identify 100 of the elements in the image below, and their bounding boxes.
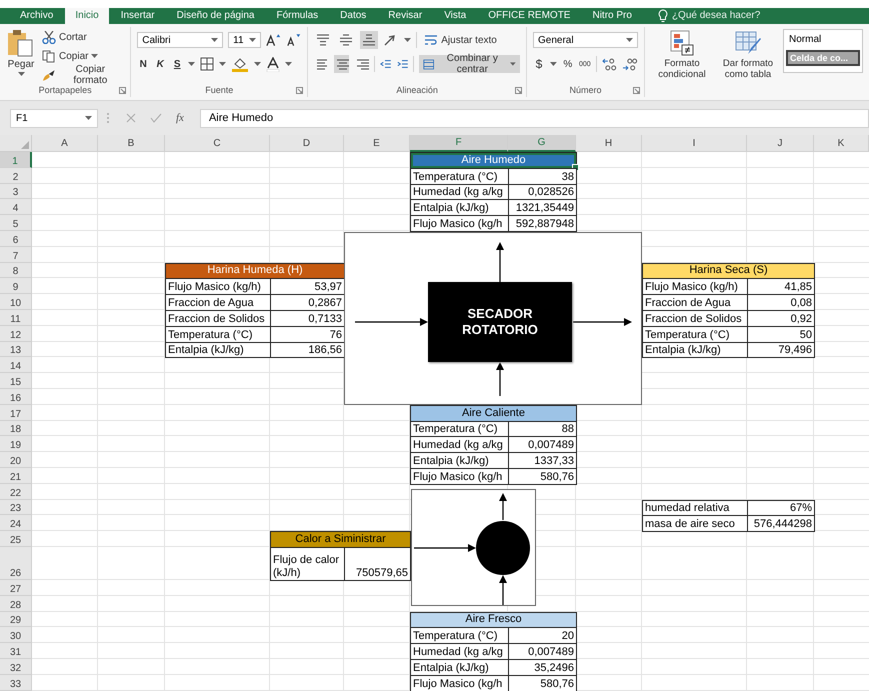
checkmark-icon[interactable] <box>150 113 162 123</box>
row-header[interactable]: 3 <box>0 184 32 200</box>
ribbon-tab[interactable]: Vista <box>434 8 476 24</box>
column-header[interactable]: J <box>747 135 814 152</box>
ribbon-tab[interactable]: Inicio <box>65 8 109 24</box>
wrap-text-button[interactable]: Ajustar texto <box>422 32 499 48</box>
row-header[interactable]: 7 <box>0 246 32 263</box>
number-format-dropdown[interactable]: General <box>533 32 638 48</box>
underline-button[interactable]: S <box>171 58 184 70</box>
ribbon-tab[interactable]: Archivo <box>10 8 64 24</box>
row-header[interactable]: 16 <box>0 388 32 405</box>
row-header[interactable]: 12 <box>0 326 32 342</box>
row-header[interactable]: 18 <box>0 420 32 436</box>
increase-font-size-icon[interactable] <box>266 33 282 47</box>
horizontal-align-button[interactable] <box>334 55 350 73</box>
row-header[interactable]: 2 <box>0 168 32 184</box>
value-cell: 79,496 <box>747 342 815 358</box>
italic-button[interactable]: K <box>154 58 166 70</box>
row-header[interactable]: 30 <box>0 627 32 644</box>
row-header[interactable]: 19 <box>0 436 32 452</box>
ribbon-tab[interactable]: Insertar <box>110 8 165 24</box>
font-size-dropdown[interactable]: 11 <box>228 32 261 48</box>
copy-button[interactable]: Copiar <box>40 48 124 64</box>
row-header[interactable]: 6 <box>0 230 32 247</box>
paste-button[interactable]: Pegar <box>6 27 36 83</box>
vertical-align-button[interactable] <box>360 31 378 49</box>
cell-style-swatch[interactable]: Normal <box>786 32 860 47</box>
fill-color-icon[interactable] <box>231 56 250 72</box>
row-header[interactable]: 23 <box>0 500 32 516</box>
decrease-decimal-icon[interactable] <box>622 57 638 71</box>
drag-handle-icon[interactable] <box>106 112 110 124</box>
column-header[interactable]: K <box>814 135 869 152</box>
column-header[interactable]: C <box>165 135 270 152</box>
column-header[interactable]: H <box>576 135 642 152</box>
column-header[interactable]: D <box>270 135 344 152</box>
format-painter-button[interactable]: Copiar formato <box>40 67 124 83</box>
row-header[interactable]: 27 <box>0 580 32 596</box>
ribbon-tab[interactable]: Nitro Pro <box>582 8 642 24</box>
row-header[interactable]: 8 <box>0 262 32 278</box>
row-header[interactable]: 1 <box>0 152 32 168</box>
row-header[interactable]: 24 <box>0 515 32 532</box>
merge-center-button[interactable]: Combinar y centrar <box>418 55 520 73</box>
ribbon-tab[interactable]: Fórmulas <box>266 8 328 24</box>
row-header[interactable]: 14 <box>0 357 32 374</box>
currency-button[interactable]: $ <box>533 57 545 71</box>
insert-function-button[interactable]: fx <box>176 112 184 124</box>
column-header[interactable]: I <box>642 135 747 152</box>
decrease-indent-icon[interactable] <box>380 57 392 71</box>
row-header[interactable]: 33 <box>0 674 32 690</box>
paintbrush-icon <box>42 68 56 82</box>
row-header[interactable]: 5 <box>0 215 32 231</box>
row-label-cell: Entalpia (kJ/kg) <box>642 342 748 358</box>
row-header[interactable]: 15 <box>0 373 32 389</box>
dialog-launcher-icon[interactable] <box>515 86 522 94</box>
formula-field[interactable]: Aire Humedo <box>200 108 869 128</box>
format-as-table-button[interactable]: Dar formato como tabla <box>717 27 779 97</box>
value-cell: 53,97 <box>270 278 345 296</box>
row-header[interactable]: 21 <box>0 468 32 484</box>
row-header[interactable]: 20 <box>0 452 32 468</box>
row-header[interactable]: 32 <box>0 658 32 675</box>
decrease-font-size-icon[interactable] <box>286 33 302 47</box>
tell-me-search[interactable]: ¿Qué desea hacer? <box>672 8 760 24</box>
column-header[interactable]: E <box>344 135 410 152</box>
row-header[interactable]: 4 <box>0 199 32 216</box>
dialog-launcher-icon[interactable] <box>119 86 126 94</box>
column-header[interactable]: A <box>32 135 98 152</box>
column-header[interactable]: G <box>508 135 576 152</box>
flow-arrow <box>496 242 504 282</box>
row-header[interactable]: 26 <box>0 546 32 580</box>
wrap-text-icon <box>424 34 438 46</box>
row-header[interactable]: 31 <box>0 643 32 659</box>
ribbon-tab[interactable]: OFFICE REMOTE <box>478 8 580 24</box>
row-header[interactable]: 17 <box>0 404 32 421</box>
font-name-dropdown[interactable]: Calibri <box>137 32 224 48</box>
ribbon-tab[interactable]: Diseño de página <box>166 8 264 24</box>
borders-icon[interactable] <box>200 57 214 71</box>
row-header[interactable]: 25 <box>0 531 32 547</box>
column-header[interactable]: B <box>98 135 165 152</box>
name-box[interactable]: F1 <box>10 108 98 128</box>
cut-button[interactable]: Cortar <box>40 29 124 45</box>
row-header[interactable]: 9 <box>0 278 32 294</box>
value-cell: 0,7133 <box>270 310 345 327</box>
increase-decimal-icon[interactable] <box>602 57 618 71</box>
font-color-icon[interactable] <box>266 56 280 72</box>
column-header[interactable]: F <box>410 135 508 152</box>
increase-indent-icon[interactable] <box>396 57 408 71</box>
bold-button[interactable]: N <box>137 58 150 70</box>
dialog-launcher-icon[interactable] <box>633 86 640 94</box>
percent-button[interactable]: % <box>562 58 574 70</box>
row-header[interactable]: 10 <box>0 294 32 310</box>
row-header[interactable]: 13 <box>0 342 32 358</box>
row-header[interactable]: 11 <box>0 310 32 326</box>
ribbon-tab[interactable]: Datos <box>330 8 376 24</box>
row-label-cell: Flujo Masico (kg/h <box>410 674 509 691</box>
row-header[interactable]: 22 <box>0 484 32 500</box>
row-header[interactable]: 29 <box>0 612 32 628</box>
row-header[interactable]: 28 <box>0 596 32 612</box>
conditional-format-button[interactable]: Formato condicional <box>651 27 713 97</box>
ribbon-tab[interactable]: Revisar <box>378 8 432 24</box>
dialog-launcher-icon[interactable] <box>296 86 304 94</box>
